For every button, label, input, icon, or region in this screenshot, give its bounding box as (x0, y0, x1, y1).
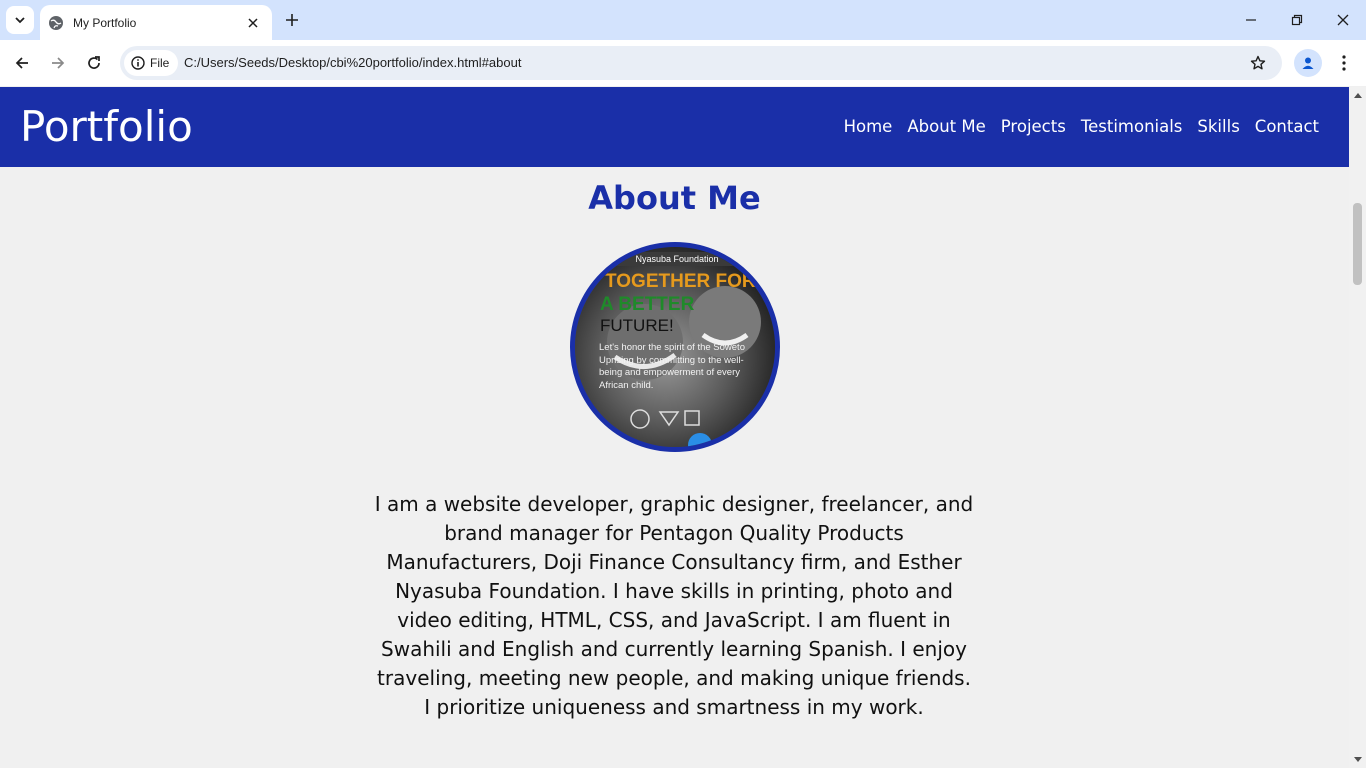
scroll-thumb[interactable] (1353, 203, 1362, 285)
photo-org-text: Nyasuba Foundation (635, 254, 718, 264)
nav-skills[interactable]: Skills (1197, 117, 1239, 136)
close-icon (1337, 14, 1349, 26)
page-viewport: Portfolio Home About Me Projects Testimo… (0, 87, 1349, 768)
about-bio: I am a website developer, graphic design… (374, 492, 974, 719)
address-bar[interactable]: File C:/Users/Seeds/Desktop/cbi%20portfo… (120, 46, 1282, 80)
browser-menu-button[interactable] (1334, 51, 1354, 75)
profile-button[interactable] (1294, 49, 1322, 77)
tab-strip: My Portfolio (0, 0, 1366, 40)
photo-headline-2: A BETTER (600, 294, 695, 315)
arrow-right-icon (52, 57, 65, 69)
about-title: About Me (588, 179, 761, 217)
site-nav: Home About Me Projects Testimonials Skil… (844, 117, 1319, 136)
tab-search-button[interactable] (6, 6, 34, 34)
active-tab[interactable]: My Portfolio (40, 5, 272, 40)
restore-icon (1291, 14, 1303, 26)
arrow-left-icon (15, 57, 28, 69)
back-button[interactable] (6, 47, 38, 79)
minimize-button[interactable] (1228, 0, 1274, 40)
nav-contact[interactable]: Contact (1255, 117, 1319, 136)
url-text[interactable]: C:/Users/Seeds/Desktop/cbi%20portfolio/i… (184, 55, 521, 70)
plus-icon (286, 14, 298, 26)
scroll-down-arrow-icon[interactable] (1353, 756, 1362, 764)
kebab-menu-icon (1342, 55, 1346, 71)
site-chip-label: File (150, 56, 170, 70)
site-logo[interactable]: Portfolio (20, 102, 193, 151)
globe-icon (48, 15, 64, 31)
tab-title: My Portfolio (73, 15, 137, 30)
photo-headline-1: TOGETHER FOR (605, 271, 756, 292)
nav-about[interactable]: About Me (907, 117, 985, 136)
minimize-icon (1246, 19, 1256, 21)
nav-home[interactable]: Home (844, 117, 893, 136)
scroll-up-arrow-icon[interactable] (1353, 91, 1362, 99)
close-window-button[interactable] (1320, 0, 1366, 40)
photo-body-text: Let's honor the spirit of the Soweto Upr… (599, 342, 745, 391)
new-tab-button[interactable] (280, 8, 304, 32)
bookmark-star-icon[interactable] (1248, 53, 1268, 73)
nav-projects[interactable]: Projects (1001, 117, 1066, 136)
profile-photo-art: Nyasuba Foundation TOGETHER FOR A BETTER… (575, 247, 775, 447)
photo-headline-3: FUTURE! (600, 316, 674, 335)
site-info-chip[interactable]: File (124, 50, 178, 76)
person-icon (1302, 57, 1314, 69)
reload-icon (88, 56, 100, 69)
forward-button[interactable] (42, 47, 74, 79)
restore-button[interactable] (1274, 0, 1320, 40)
page-scrollbar[interactable] (1349, 87, 1366, 768)
nav-testimonials[interactable]: Testimonials (1081, 117, 1183, 136)
profile-photo: Nyasuba Foundation TOGETHER FOR A BETTER… (570, 242, 780, 452)
reload-button[interactable] (78, 47, 110, 79)
browser-toolbar: File C:/Users/Seeds/Desktop/cbi%20portfo… (0, 40, 1366, 86)
chevron-down-icon (15, 17, 25, 24)
info-icon (131, 56, 145, 70)
site-header: Portfolio Home About Me Projects Testimo… (0, 87, 1349, 167)
close-tab-icon[interactable] (244, 14, 262, 32)
